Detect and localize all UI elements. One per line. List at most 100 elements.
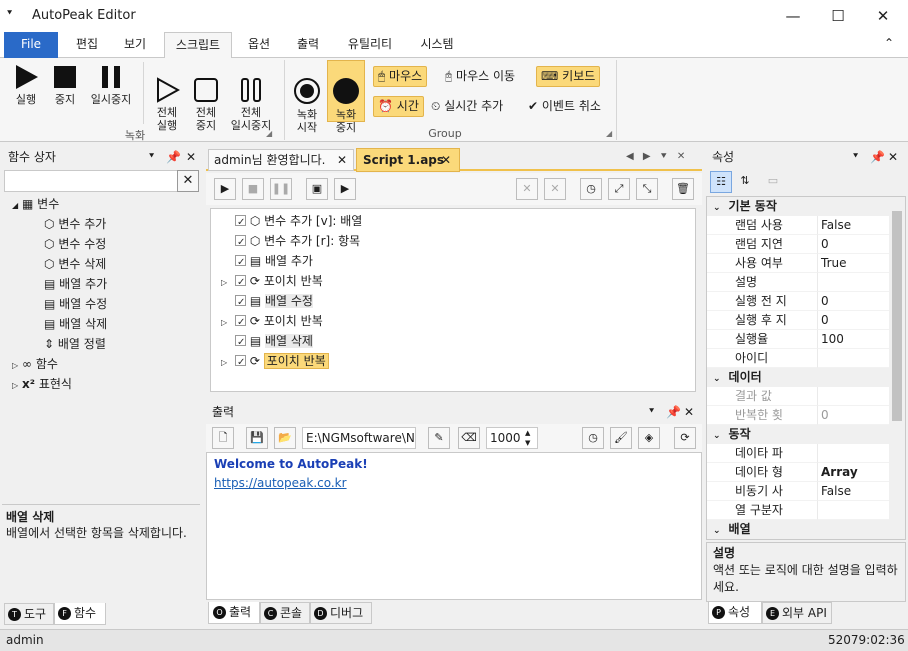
tree-item[interactable]: ▤ 배열 수정 xyxy=(44,294,107,314)
property-row[interactable]: 결과 값 xyxy=(707,387,889,406)
collapse-icon[interactable]: ⌄ xyxy=(713,526,721,536)
property-row[interactable]: 실행 후 지0 xyxy=(707,311,889,330)
pin-icon[interactable]: 📌 xyxy=(166,147,181,167)
tree-item[interactable]: ▤ 배열 삭제 xyxy=(44,314,107,334)
tab-properties[interactable]: P 속성 xyxy=(708,602,762,624)
collapse-ribbon-icon[interactable]: ⌃ xyxy=(884,36,894,50)
menu-options[interactable]: 옵션 xyxy=(238,32,280,58)
property-row[interactable]: 비동기 사 False xyxy=(707,482,889,501)
record-start-button[interactable]: 녹화 시작 xyxy=(289,64,325,147)
property-value[interactable] xyxy=(818,273,889,292)
close-tab-icon[interactable]: ✕ xyxy=(337,150,347,170)
script-row[interactable]: ▤ 배열 추가 xyxy=(221,251,362,273)
clean-button[interactable]: ✎ xyxy=(428,427,450,449)
collapse-button[interactable]: ⤡ xyxy=(636,178,658,200)
dialog-launcher-icon[interactable]: ◢ xyxy=(266,129,272,138)
expand-button[interactable]: ⤢ xyxy=(608,178,630,200)
enable-checkbox[interactable] xyxy=(235,353,246,373)
collapse-icon[interactable]: ⌄ xyxy=(713,374,721,384)
property-category[interactable]: ⌄ 동작 xyxy=(707,425,889,444)
close-icon[interactable]: ✕ xyxy=(888,147,898,167)
tree-item[interactable]: ⬡ 변수 수정 xyxy=(44,234,106,254)
time-toggle[interactable]: ⏰ 시간 xyxy=(373,96,424,117)
tab-welcome[interactable]: admin님 환영합니다. ✕ xyxy=(208,149,354,171)
property-category[interactable]: ⌄ 배열 xyxy=(707,520,889,539)
expand-icon[interactable]: ▷ xyxy=(12,381,18,390)
realtime-add-toggle[interactable]: ⏲ 실시간 추가 xyxy=(431,96,503,116)
enable-checkbox[interactable] xyxy=(235,233,246,253)
tab-script[interactable]: Script 1.aps ✕ xyxy=(356,148,460,172)
mouse-toggle[interactable]: 🖱 마우스 xyxy=(373,66,428,87)
close-icon[interactable]: ✕ xyxy=(186,147,196,167)
property-value[interactable]: False xyxy=(818,482,889,501)
tab-external-api[interactable]: E 외부 API xyxy=(762,602,832,624)
property-category[interactable]: ⌄ 기본 동작 xyxy=(707,197,889,216)
sort-az-button[interactable]: ⇅ xyxy=(734,171,756,193)
clear-breakpoints-button[interactable]: ✕ xyxy=(544,178,566,200)
enable-checkbox[interactable] xyxy=(235,253,246,273)
menu-edit[interactable]: 편집 xyxy=(66,32,108,58)
dropdown-icon[interactable]: ⯆ xyxy=(148,147,155,167)
property-row[interactable]: 랜덤 사용 False xyxy=(707,216,889,235)
close-icon[interactable]: ✕ xyxy=(684,402,694,422)
menu-view[interactable]: 보기 xyxy=(114,32,156,58)
enable-checkbox[interactable] xyxy=(235,213,246,233)
menu-system[interactable]: 시스템 xyxy=(410,32,464,58)
tab-output[interactable]: O 출력 xyxy=(208,602,260,624)
property-row[interactable]: 실행 전 지0 xyxy=(707,292,889,311)
pin-icon[interactable]: 📌 xyxy=(666,402,681,422)
keyboard-toggle[interactable]: ⌨ 키보드 xyxy=(536,66,601,87)
script-row[interactable]: ▷ ⟳ 포이치 반복 xyxy=(221,311,362,333)
tree-item[interactable]: ⬡ 변수 삭제 xyxy=(44,254,106,274)
run-button[interactable]: 실행 xyxy=(4,64,48,106)
pause-button[interactable]: ❚❚ xyxy=(270,178,292,200)
stepper-arrows-icon[interactable]: ▲ ▼ xyxy=(525,428,530,448)
property-row[interactable]: 실행율 100 xyxy=(707,330,889,349)
expand-icon[interactable]: ▷ xyxy=(221,273,235,293)
play-button[interactable]: ▶ xyxy=(214,178,236,200)
expand-icon[interactable]: ▷ xyxy=(221,313,235,333)
script-row[interactable]: ▤ 배열 삭제 xyxy=(221,331,362,353)
open-folder-button[interactable]: 📂 xyxy=(274,427,296,449)
tree-item[interactable]: ⬡ 변수 추가 xyxy=(44,214,106,234)
pin-icon[interactable]: 📌 xyxy=(870,147,885,167)
path-field[interactable]: E:\NGMsoftware\NG xyxy=(302,427,416,449)
script-row[interactable]: ▷ ⟳ 포이치 반복 xyxy=(221,351,362,373)
property-row[interactable]: 설명 xyxy=(707,273,889,292)
step-into-button[interactable]: ▣ xyxy=(306,178,328,200)
maximize-button[interactable]: ☐ xyxy=(815,0,861,32)
property-category[interactable]: ⌄ 데이터 xyxy=(707,368,889,387)
property-value[interactable] xyxy=(818,349,889,368)
dialog-launcher-icon[interactable]: ◢ xyxy=(606,129,612,138)
tab-console[interactable]: C 콘솔 xyxy=(260,602,310,624)
number-stepper[interactable]: 1000 ▲ ▼ xyxy=(486,427,538,449)
collapse-icon[interactable]: ⌄ xyxy=(713,203,721,213)
tree-item[interactable]: ▷ x² 표현식 xyxy=(12,374,72,396)
property-value[interactable] xyxy=(818,444,889,463)
tab-functions[interactable]: F 함수 xyxy=(54,603,106,625)
property-value[interactable]: 0 xyxy=(818,311,889,330)
tree-item[interactable]: ⇕ 배열 정렬 xyxy=(44,334,106,354)
property-row[interactable]: 사용 여부 True xyxy=(707,254,889,273)
stop-button[interactable]: 중지 xyxy=(44,64,86,106)
property-row[interactable]: 랜덤 지연 0 xyxy=(707,235,889,254)
property-value[interactable] xyxy=(818,501,889,520)
step-over-button[interactable]: ▶ xyxy=(334,178,356,200)
pause-button[interactable]: 일시중지 xyxy=(86,64,136,106)
clock-button[interactable]: ◷ xyxy=(582,427,604,449)
property-row[interactable]: 반복한 횟0 xyxy=(707,406,889,425)
menu-file[interactable]: File xyxy=(4,32,58,58)
property-value[interactable]: 0 xyxy=(818,235,889,254)
script-row[interactable]: ▷ ⟳ 포이치 반복 xyxy=(221,271,362,293)
categorized-button[interactable]: ☷ xyxy=(710,171,732,193)
menu-utility[interactable]: 유틸리티 xyxy=(338,32,402,58)
expand-icon[interactable]: ◢ xyxy=(12,201,18,210)
dropdown-icon[interactable]: ⯆ xyxy=(852,147,859,167)
tree-item[interactable]: ▷ ∞ 함수 xyxy=(12,354,58,376)
enable-checkbox[interactable] xyxy=(235,313,246,333)
scrollbar-thumb[interactable] xyxy=(892,211,902,421)
website-link[interactable]: https://autopeak.co.kr xyxy=(214,474,694,493)
tab-navigation[interactable]: ◀ ▶ ⯆ ✕ xyxy=(626,151,688,162)
property-value[interactable]: True xyxy=(818,254,889,273)
tree-item[interactable]: ◢ ▦ 변수 xyxy=(12,194,59,216)
